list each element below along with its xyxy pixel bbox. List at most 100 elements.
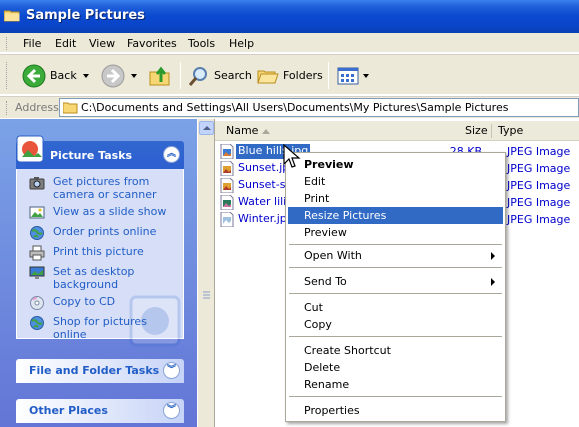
picture-tasks-title: Picture Tasks (50, 149, 133, 162)
menu-view[interactable]: View (89, 37, 115, 50)
toolbar-grip[interactable] (6, 62, 9, 89)
menu-item-properties[interactable]: Properties (288, 402, 503, 419)
submenu-arrow-icon (491, 278, 495, 286)
jpeg-file-icon (220, 161, 234, 176)
menu-item-edit[interactable]: Edit (288, 173, 503, 190)
other-places-header[interactable]: Other Places ︾ (16, 399, 184, 423)
menu-item-create-shortcut[interactable]: Create Shortcut (288, 342, 503, 359)
menu-item-label: Send To (304, 275, 347, 288)
mouse-cursor-icon (283, 144, 301, 168)
menu-separator (289, 336, 502, 337)
picture-tasks-header[interactable]: Picture Tasks ︽ (16, 135, 184, 169)
cd-icon (30, 296, 44, 310)
column-size[interactable]: Size (465, 121, 488, 140)
window-title: Sample Pictures (26, 8, 145, 23)
printer-icon (29, 245, 45, 261)
menu-item-cut[interactable]: Cut (288, 299, 503, 316)
search-button[interactable]: Search (188, 61, 252, 90)
forward-dropdown-icon[interactable] (131, 74, 137, 78)
address-label: Address (15, 101, 59, 114)
column-header: Name Size Type (215, 121, 579, 141)
menu-favorites[interactable]: Favorites (127, 37, 177, 50)
search-icon (188, 66, 207, 86)
file-type: JPEG Image (507, 213, 571, 226)
task-order-prints[interactable]: Order prints online (29, 225, 183, 241)
forward-button[interactable] (101, 61, 125, 90)
views-icon (337, 67, 359, 84)
globe-icon (30, 316, 44, 330)
back-label: Back (50, 69, 77, 82)
column-type[interactable]: Type (498, 121, 523, 140)
menu-item-delete[interactable]: Delete (288, 359, 503, 376)
context-menu: Preview Edit Print Resize Pictures Previ… (285, 152, 506, 422)
task-copy-to-cd[interactable]: Copy to CD (29, 295, 183, 311)
column-name[interactable]: Name (226, 121, 258, 140)
desktop-icon (29, 266, 45, 279)
menu-file[interactable]: File (23, 37, 41, 50)
menu-item-label: Open With (304, 249, 362, 262)
menu-item-open-with[interactable]: Open With (288, 247, 503, 264)
views-dropdown-icon[interactable] (363, 74, 369, 78)
menu-item-print[interactable]: Print (288, 190, 503, 207)
menu-separator (289, 244, 502, 245)
submenu-arrow-icon (491, 252, 495, 260)
file-type: JPEG Image (507, 162, 571, 175)
folders-icon (257, 70, 279, 83)
task-shop-pictures[interactable]: Shop for pictures online (29, 315, 183, 341)
sort-ascending-icon (262, 129, 270, 134)
task-get-pictures[interactable]: Get pictures from camera or scanner (29, 175, 183, 201)
collapse-chevron-icon[interactable]: ︽ (163, 146, 180, 163)
task-slide-show[interactable]: View as a slide show (29, 205, 183, 221)
file-folder-tasks-title: File and Folder Tasks (29, 364, 160, 377)
folders-label: Folders (283, 69, 323, 82)
menu-edit[interactable]: Edit (55, 37, 76, 50)
menu-bar: File Edit View Favorites Tools Help (0, 33, 579, 53)
toolbar-separator (328, 62, 329, 89)
menu-help[interactable]: Help (229, 37, 254, 50)
column-divider[interactable] (491, 124, 492, 138)
up-folder-icon (149, 66, 170, 85)
menu-separator (289, 267, 502, 268)
file-type: JPEG Image (507, 196, 571, 209)
file-type: JPEG Image (507, 179, 571, 192)
file-folder-tasks-header[interactable]: File and Folder Tasks ︾ (16, 359, 184, 383)
menu-tools[interactable]: Tools (188, 37, 215, 50)
menu-item-preview-default[interactable]: Preview (288, 156, 503, 173)
back-dropdown-icon[interactable] (83, 74, 89, 78)
views-button[interactable] (337, 61, 359, 90)
address-grip[interactable] (6, 101, 9, 115)
picture-tasks-body: Get pictures from camera or scanner View… (16, 169, 184, 347)
folder-icon (4, 10, 20, 22)
jpeg-file-icon (220, 178, 234, 193)
menu-grip[interactable] (6, 37, 9, 50)
menu-separator (289, 293, 502, 294)
file-type: JPEG Image (507, 145, 571, 158)
forward-arrow-icon (101, 64, 125, 87)
jpeg-file-icon (220, 212, 234, 227)
address-input[interactable]: C:\Documents and Settings\All Users\Docu… (59, 98, 579, 117)
scroll-up-icon[interactable] (199, 121, 214, 135)
expand-chevron-icon[interactable]: ︾ (163, 402, 180, 419)
back-arrow-icon (22, 64, 46, 87)
toolbar: Back Search Folders (0, 54, 579, 95)
title-bar[interactable]: Sample Pictures (0, 0, 579, 33)
task-print-picture[interactable]: Print this picture (29, 245, 183, 261)
menu-item-preview[interactable]: Preview (288, 224, 503, 241)
back-button[interactable]: Back (22, 61, 77, 90)
task-desktop-background[interactable]: Set as desktop background (29, 265, 183, 291)
splitter-grip-icon[interactable] (199, 289, 214, 303)
address-path: C:\Documents and Settings\All Users\Docu… (81, 101, 509, 114)
pane-splitter[interactable] (197, 119, 215, 427)
toolbar-separator (180, 62, 181, 89)
task-label: Shop for pictures online (53, 315, 147, 341)
menu-item-rename[interactable]: Rename (288, 376, 503, 393)
picture-tasks-icon (16, 135, 44, 163)
task-label: Copy to CD (53, 295, 116, 308)
menu-item-copy[interactable]: Copy (288, 316, 503, 333)
menu-item-resize-pictures[interactable]: Resize Pictures (288, 207, 503, 224)
folders-button[interactable]: Folders (257, 61, 323, 90)
up-folder-button[interactable] (148, 61, 172, 90)
jpeg-file-icon (220, 195, 234, 210)
expand-chevron-icon[interactable]: ︾ (163, 362, 180, 379)
menu-item-send-to[interactable]: Send To (288, 273, 503, 290)
